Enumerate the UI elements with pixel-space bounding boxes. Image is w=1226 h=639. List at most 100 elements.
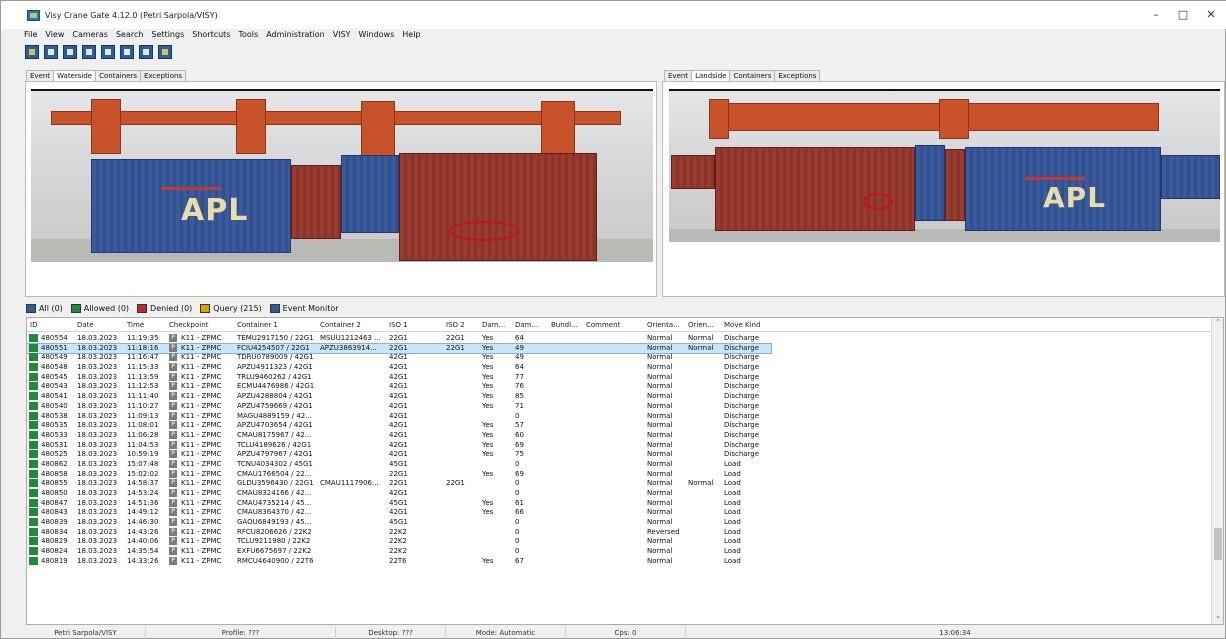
column-header[interactable]: Dam... [482, 321, 505, 329]
left_pane-tab-event[interactable]: Event [26, 70, 55, 81]
filter-tab-query[interactable]: Query (215) [200, 304, 262, 313]
table-row[interactable]: 480554 18.03.2023 11:19:35 P K11 - ZPMC TEMU2… [27, 334, 1212, 344]
column-header[interactable]: Container 1 [237, 321, 278, 329]
cell: 0 [515, 518, 520, 527]
toolbar-button-open-icon[interactable] [25, 45, 39, 59]
column-header[interactable]: ISO 1 [389, 321, 408, 329]
table-row[interactable]: 480525 18.03.2023 10:59:19 P K11 - ZPMC APZU4… [27, 450, 1212, 460]
column-header[interactable]: Checkpoint [169, 321, 208, 329]
menu-cameras[interactable]: Cameras [71, 30, 109, 42]
column-header[interactable]: ISO 2 [446, 321, 465, 329]
cell: 480545 [41, 372, 68, 381]
right_pane-tab-landside[interactable]: Landside [691, 70, 731, 81]
left_pane-tab-containers[interactable]: Containers [95, 70, 141, 81]
table-row[interactable]: 480551 18.03.2023 11:18:16 P K11 - ZPMC FCIU4… [27, 342, 772, 355]
cell: Yes [482, 508, 494, 517]
table-row[interactable]: 480843 18.03.2023 14:49:12 P K11 - ZPMC CMAU8… [27, 508, 1212, 518]
cell: Normal [647, 479, 673, 488]
column-header[interactable]: Move Kind [724, 321, 760, 329]
status-profile: Profile: ??? [146, 627, 336, 639]
table-row[interactable]: 480540 18.03.2023 11:10:27 P K11 - ZPMC APZU4… [27, 401, 1212, 412]
waterside-camera-pane: APL [25, 81, 657, 297]
table-row[interactable]: 480862 18.03.2023 15:07:48 P K11 - ZPMC TCNU4… [27, 459, 1212, 470]
filter-tab-all[interactable]: All (0) [26, 304, 63, 313]
cell: 18.03.2023 [77, 498, 118, 507]
table-row[interactable]: 480829 18.03.2023 14:40:06 P K11 - ZPMC TCLU9… [27, 537, 1212, 547]
cell: 22G1 [389, 469, 408, 478]
menu-help[interactable]: Help [401, 30, 421, 42]
menu-visy[interactable]: VISY [332, 30, 352, 42]
column-header[interactable]: ID [30, 321, 37, 329]
waterside-camera-image[interactable]: APL [31, 89, 653, 262]
toolbar-button-window-icon[interactable] [139, 45, 153, 59]
cell: Load [724, 547, 741, 556]
table-row[interactable]: 480847 18.03.2023 14:51:36 P K11 - ZPMC CMAU4… [27, 498, 1212, 509]
cell: 42G1 [389, 411, 408, 420]
cell: 42G1 [389, 508, 408, 517]
menu-tools[interactable]: Tools [237, 30, 259, 42]
table-row[interactable]: 480545 18.03.2023 11:13:59 P K11 - ZPMC TRLU9… [27, 372, 1212, 383]
table-row[interactable]: 480839 18.03.2023 14:46:30 P K11 - ZPMC GAOU6… [27, 518, 1212, 528]
landside-camera-image[interactable]: APL [669, 89, 1220, 242]
scroll-up-icon[interactable]: ⌃ [1212, 318, 1223, 330]
menu-search[interactable]: Search [115, 30, 144, 42]
column-header[interactable]: Orienta... [647, 321, 680, 329]
table-row[interactable]: 480533 18.03.2023 11:06:28 P K11 - ZPMC CMAU8… [27, 430, 1212, 441]
filter-tab-allowed[interactable]: Allowed (0) [70, 304, 129, 313]
right_pane-tab-exceptions[interactable]: Exceptions [774, 70, 821, 81]
toolbar-button-document-icon[interactable] [63, 45, 77, 59]
toolbar-button-grid-icon[interactable] [120, 45, 134, 59]
cell: 18.03.2023 [77, 479, 118, 488]
filter-tab-event[interactable]: Event Monitor [269, 304, 339, 313]
menu-shortcuts[interactable]: Shortcuts [191, 30, 231, 42]
table-row[interactable]: 480855 18.03.2023 14:58:37 P K11 - ZPMC GLDU3… [27, 479, 1212, 489]
menu-view[interactable]: View [44, 30, 65, 42]
maximize-icon[interactable]: □ [1176, 8, 1190, 21]
table-row[interactable]: 480824 18.03.2023 14:35:54 P K11 - ZPMC EXFU6… [27, 547, 1212, 557]
cell: 42G1 [389, 363, 408, 372]
column-header[interactable]: Time [127, 321, 144, 329]
table-row[interactable]: 480834 18.03.2023 14:43:26 P K11 - ZPMC RFCU8… [27, 527, 1212, 538]
cell: 75 [515, 450, 524, 459]
toolbar-button-export-icon[interactable] [158, 45, 172, 59]
table-row[interactable]: 480549 18.03.2023 11:16:47 P K11 - ZPMC TDRU0… [27, 353, 1212, 363]
table-row[interactable]: 480543 18.03.2023 11:12:53 P K11 - ZPMC ECMU4… [27, 382, 1212, 392]
cell: Normal [647, 498, 673, 507]
cell: GLDU3596430 / 22G1 [237, 479, 314, 488]
column-header[interactable]: Dam... [515, 321, 538, 329]
vertical-scrollbar[interactable]: ⌃ ⌄ [1211, 318, 1223, 624]
scroll-thumb[interactable] [1214, 528, 1222, 560]
column-header[interactable]: Container 2 [320, 321, 361, 329]
column-header[interactable]: Bundl... [551, 321, 578, 329]
toolbar-button-image-icon[interactable] [101, 45, 115, 59]
table-row[interactable]: 480819 18.03.2023 14:33:26 P K11 - ZPMC RMCU4… [27, 556, 1212, 567]
column-header[interactable]: Orien... [688, 321, 714, 329]
close-icon[interactable]: ✕ [1204, 8, 1218, 21]
column-header[interactable]: Comment [586, 321, 620, 329]
minimize-icon[interactable]: – [1149, 8, 1163, 21]
table-row[interactable]: 480538 18.03.2023 11:09:13 P K11 - ZPMC MAGU4… [27, 411, 1212, 422]
column-header[interactable]: Date [77, 321, 94, 329]
menu-windows[interactable]: Windows [358, 30, 396, 42]
left_pane-tab-exceptions[interactable]: Exceptions [139, 70, 187, 81]
toolbar-button-panel-icon[interactable] [82, 45, 96, 59]
cell: 22G1 [446, 479, 465, 488]
menu-administration[interactable]: Administration [265, 30, 326, 42]
table-row[interactable]: 480535 18.03.2023 11:08:01 P K11 - ZPMC APZU4… [27, 421, 1212, 431]
left_pane-tab-waterside[interactable]: Waterside [53, 70, 97, 81]
checkpoint-icon: P [169, 527, 177, 536]
table-row[interactable]: 480541 18.03.2023 11:11:40 P K11 - ZPMC APZU4… [27, 392, 1212, 402]
toolbar-button-list-icon[interactable] [44, 45, 58, 59]
cell: ECMU4476986 / 42G1 [237, 382, 315, 391]
table-row[interactable]: 480850 18.03.2023 14:53:24 P K11 - ZPMC CMAU8… [27, 489, 1212, 499]
menu-file[interactable]: File [23, 30, 38, 42]
right_pane-tab-containers[interactable]: Containers [729, 70, 776, 81]
scroll-down-icon[interactable]: ⌄ [1212, 612, 1223, 624]
menu-settings[interactable]: Settings [150, 30, 185, 42]
cell: 11:16:47 [127, 353, 159, 362]
table-row[interactable]: 480548 18.03.2023 11:15:33 P K11 - ZPMC APZU4… [27, 363, 1212, 373]
filter-tab-denied[interactable]: Denied (0) [137, 304, 192, 313]
table-row[interactable]: 480531 18.03.2023 11:04:53 P K11 - ZPMC TCLU4… [27, 440, 1212, 451]
table-row[interactable]: 480858 18.03.2023 15:02:02 P K11 - ZPMC CMAU1… [27, 469, 1212, 480]
right_pane-tab-event[interactable]: Event [664, 70, 693, 81]
